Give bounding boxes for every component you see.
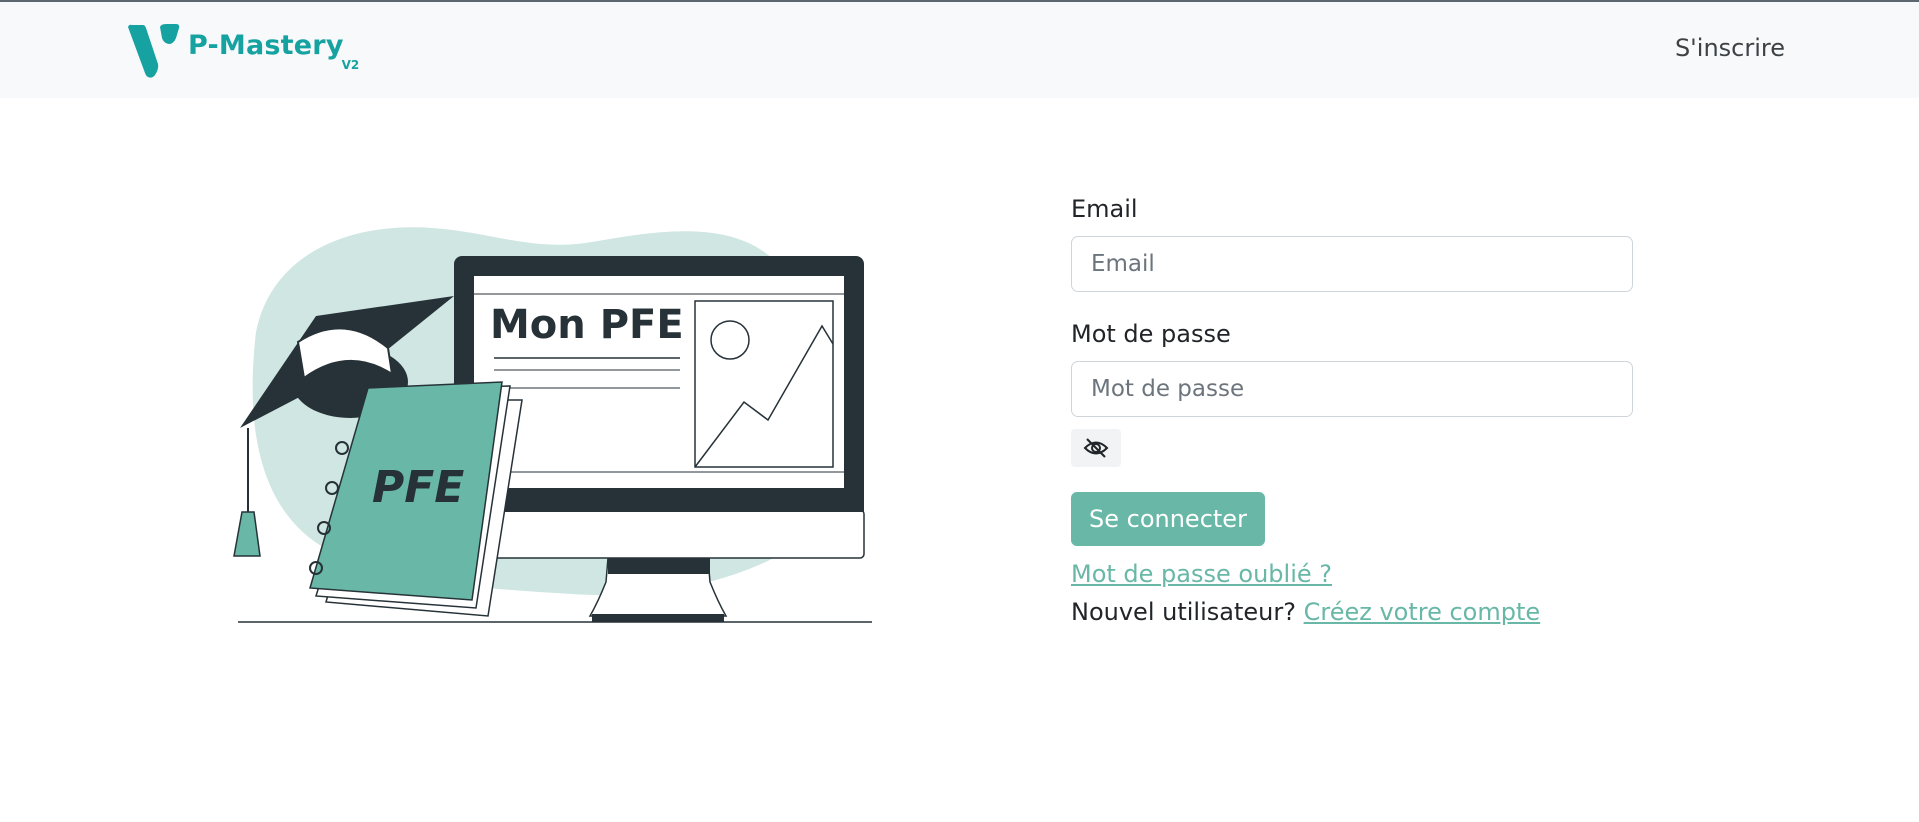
- password-field[interactable]: [1071, 361, 1633, 417]
- cap-tassel: [233, 511, 261, 557]
- new-user-text: Nouvel utilisateur?: [1071, 598, 1296, 626]
- monitor-title: Mon PFE: [490, 302, 684, 348]
- pfe-illustration: Mon PFE PFE: [233, 227, 872, 623]
- new-user-row: Nouvel utilisateur? Créez votre compte: [1071, 598, 1633, 626]
- forgot-password-link[interactable]: Mot de passe oublié ?: [1071, 560, 1332, 588]
- create-account-link[interactable]: Créez votre compte: [1304, 598, 1541, 626]
- brand-mark-icon: [128, 24, 180, 78]
- brand-logo[interactable]: P-Mastery V2: [126, 22, 359, 80]
- toggle-password-visibility-button[interactable]: [1071, 429, 1121, 467]
- book-title: PFE: [372, 462, 464, 513]
- email-field[interactable]: [1071, 236, 1633, 292]
- brand-version: V2: [341, 58, 360, 72]
- image-placeholder: [694, 300, 834, 468]
- email-label: Email: [1071, 195, 1138, 223]
- brand-name: P-Mastery: [188, 30, 344, 61]
- login-button[interactable]: Se connecter: [1071, 492, 1265, 546]
- password-label: Mot de passe: [1071, 320, 1231, 348]
- eye-slash-icon: [1083, 438, 1109, 458]
- signup-link[interactable]: S'inscrire: [1675, 34, 1785, 62]
- login-form: Email Mot de passe Se connecter Mot de p…: [1071, 195, 1633, 626]
- navbar: P-Mastery V2 S'inscrire: [0, 2, 1919, 98]
